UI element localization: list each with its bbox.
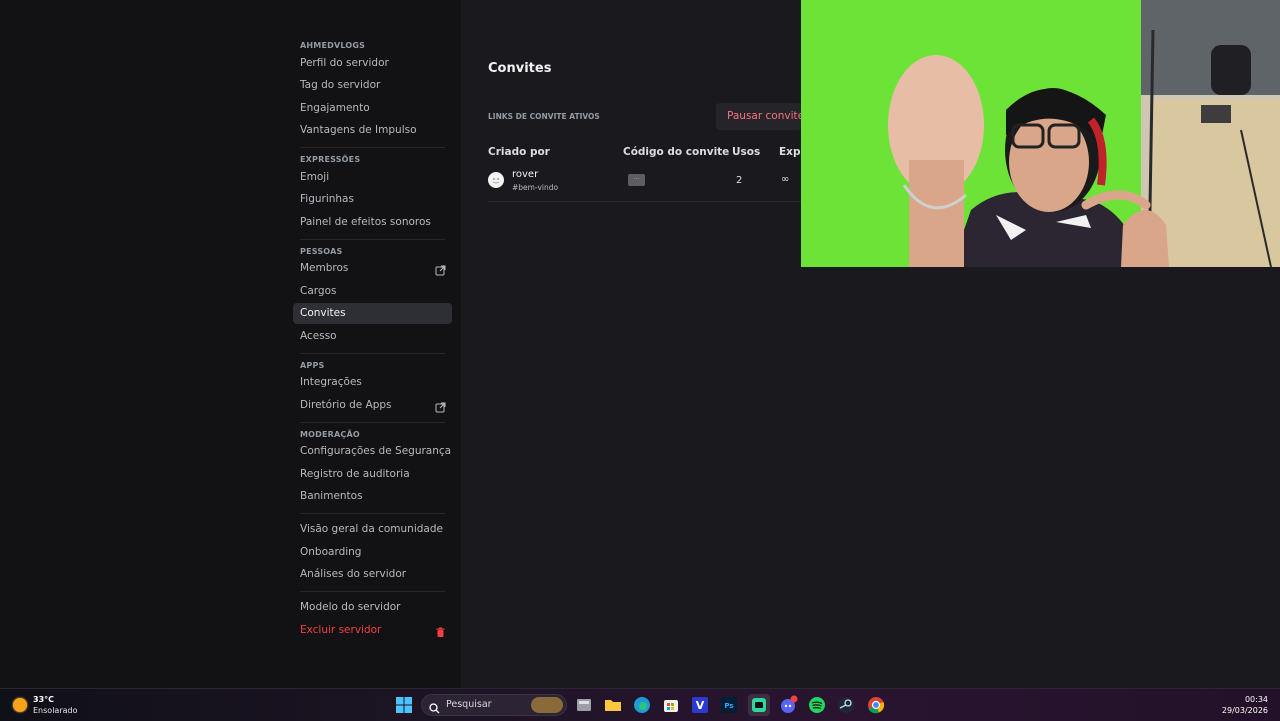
edge-icon[interactable] [631, 694, 653, 716]
vegas-icon[interactable]: V [689, 694, 711, 716]
weather-temperature: 33°C [33, 695, 55, 704]
column-header-uses: Usos [732, 146, 761, 158]
sidebar-divider [300, 421, 445, 423]
sidebar-item-emoji[interactable]: Emoji [293, 167, 452, 188]
sidebar-item-label: Integrações [300, 376, 362, 388]
search-placeholder: Pesquisar [446, 699, 492, 710]
sidebar-item-onboarding[interactable]: Onboarding [293, 542, 452, 563]
sidebar-item-vantagens-de-impulso[interactable]: Vantagens de Impulso [293, 120, 452, 141]
taskbar-search-input[interactable]: Pesquisar [421, 694, 567, 716]
search-highlight-image [531, 697, 563, 713]
pause-invites-button[interactable]: Pausar convites [716, 103, 802, 130]
trash-icon [435, 625, 446, 637]
sidebar-item-modelo-do-servidor[interactable]: Modelo do servidor [293, 597, 452, 618]
sun-icon[interactable] [13, 698, 27, 712]
sidebar-item-analises-do-servidor[interactable]: Análises do servidor [293, 564, 452, 585]
sidebar-section-header: EXPRESSÕES [300, 155, 361, 164]
store-icon[interactable] [660, 694, 682, 716]
sidebar-item-label: Tag do servidor [300, 79, 381, 91]
settings-nav: AHMEDVLOGS Perfil do servidor Tag do servi… [293, 34, 452, 642]
invite-uses: 2 [736, 175, 743, 186]
sidebar-item-label: Perfil do servidor [300, 56, 389, 69]
sidebar-item-label: Cargos [300, 284, 337, 297]
sidebar-item-label: Convites [300, 307, 346, 319]
sidebar-item-label: Diretório de Apps [300, 398, 392, 411]
sidebar-item-label: Acesso [300, 329, 337, 342]
discord-icon[interactable] [777, 694, 799, 716]
svg-text:V: V [696, 699, 705, 712]
clock-time[interactable]: 00:34 [1245, 695, 1268, 704]
sidebar-section-header: APPS [300, 360, 325, 370]
avatar [488, 172, 504, 188]
sidebar-item-perfil-do-servidor[interactable]: Perfil do servidor [293, 53, 452, 74]
sidebar-item-label: Membros [300, 262, 349, 274]
svg-text:Ps: Ps [724, 702, 733, 710]
sidebar-item-label: Configurações de Segurança [300, 445, 452, 457]
invite-expires: ∞ [781, 174, 790, 185]
file-explorer-icon[interactable] [573, 694, 595, 716]
external-link-icon [435, 263, 446, 276]
clock-date[interactable]: 29/03/2026 [1222, 706, 1268, 715]
sidebar-divider [300, 513, 445, 514]
sidebar-section-header: PESSOAS [300, 246, 343, 256]
sidebar-item-label: Engajamento [300, 101, 370, 114]
folder-icon[interactable] [602, 694, 624, 716]
sidebar-divider [300, 147, 445, 148]
creator-name: rover [512, 169, 539, 180]
sidebar-item-label: Painel de efeitos sonoros [300, 215, 431, 228]
sidebar-item-label: Análises do servidor [300, 568, 407, 580]
sidebar-divider [300, 591, 445, 592]
sidebar-item-figurinhas[interactable]: Figurinhas [293, 189, 452, 210]
spotify-icon[interactable] [806, 694, 828, 716]
sidebar-item-diretorio-de-apps[interactable]: Diretório de Apps [293, 395, 452, 416]
column-header-creator: Criado por [488, 146, 550, 158]
active-links-label: LINKS DE CONVITE ATIVOS [488, 112, 600, 121]
sidebar-item-integracoes[interactable]: Integrações [293, 372, 452, 393]
sidebar-divider [300, 352, 445, 354]
steam-icon[interactable] [835, 694, 857, 716]
capcut-icon[interactable] [748, 694, 770, 716]
sidebar-item-cargos[interactable]: Cargos [293, 281, 452, 302]
sidebar-item-membros[interactable]: Membros [293, 258, 452, 279]
sidebar-item-label: Visão geral da comunidade [300, 523, 443, 535]
sidebar-item-engajamento[interactable]: Engajamento [293, 98, 452, 119]
sidebar-item-label: Registro de auditoria [300, 467, 410, 480]
sidebar-item-tag-do-servidor[interactable]: Tag do servidor [293, 75, 452, 96]
page-title: Convites [488, 61, 552, 76]
sidebar-item-banimentos[interactable]: Banimentos [293, 486, 452, 507]
sidebar-item-configuracoes-de-seguranca[interactable]: Configurações de Segurança [293, 441, 452, 462]
windows-start-icon[interactable] [396, 697, 412, 713]
webcam-overlay [801, 0, 1280, 267]
sidebar-item-label: Excluir servidor [300, 623, 382, 636]
chrome-icon[interactable] [865, 694, 887, 716]
sidebar-item-label: Emoji [300, 170, 330, 183]
sidebar-section-header: MODERAÇÃO [300, 429, 360, 439]
invite-channel: #bem-vindo [512, 183, 559, 192]
weather-description: Ensolarado [33, 706, 78, 715]
sidebar-item-label: Onboarding [300, 545, 362, 558]
search-icon [429, 699, 440, 718]
windows-taskbar: 33°C Ensolarado Pesquisar V Ps 00:34 29/… [0, 688, 1280, 721]
settings-sidebar: AHMEDVLOGS Perfil do servidor Tag do servi… [0, 0, 461, 688]
row-divider [488, 201, 808, 202]
column-header-code: Código do convite [623, 146, 730, 158]
sidebar-item-convites[interactable]: Convites [293, 303, 452, 324]
sidebar-item-excluir-servidor[interactable]: Excluir servidor [293, 620, 452, 641]
sidebar-item-label: Figurinhas [300, 193, 354, 205]
sidebar-item-painel-de-efeitos-sonoros[interactable]: Painel de efeitos sonoros [293, 212, 452, 233]
sidebar-item-acesso[interactable]: Acesso [293, 326, 452, 347]
external-link-icon [435, 400, 446, 412]
sidebar-item-visao-geral-da-comunidade[interactable]: Visão geral da comunidade [293, 519, 452, 540]
sidebar-item-label: Modelo do servidor [300, 601, 401, 613]
sidebar-divider [300, 238, 445, 240]
sidebar-item-registro-de-auditoria[interactable]: Registro de auditoria [293, 464, 452, 485]
sidebar-item-label: Vantagens de Impulso [300, 124, 417, 136]
invite-code-masked[interactable]: ··· [628, 174, 645, 186]
sidebar-section-header: AHMEDVLOGS [300, 41, 366, 50]
sidebar-item-label: Banimentos [300, 490, 363, 502]
photoshop-icon[interactable]: Ps [718, 694, 740, 716]
